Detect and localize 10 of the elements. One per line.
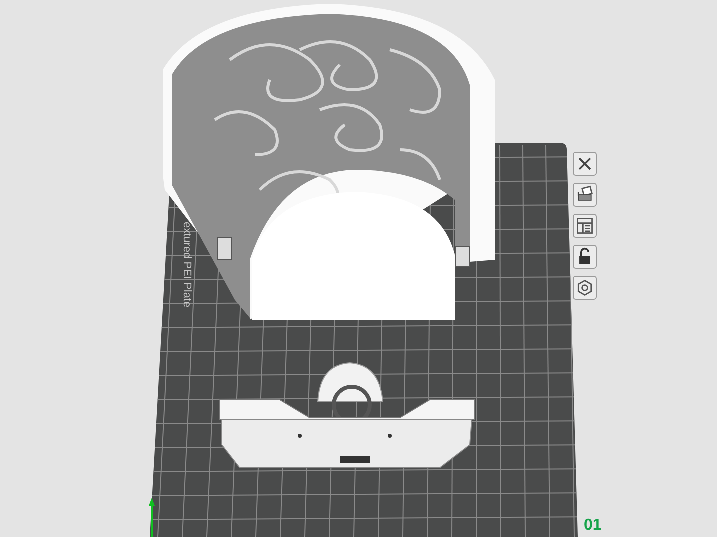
axis-icon — [149, 498, 155, 537]
close-button[interactable] — [573, 152, 597, 176]
layout-icon — [575, 216, 595, 236]
plate-label: extured PEI Plate — [181, 222, 193, 308]
arrange-button[interactable] — [573, 183, 597, 207]
layout-button[interactable] — [573, 214, 597, 238]
lock-button[interactable] — [573, 245, 597, 269]
settings-button[interactable] — [573, 276, 597, 300]
settings-icon — [575, 278, 595, 298]
plate-number: 01 — [584, 517, 602, 535]
